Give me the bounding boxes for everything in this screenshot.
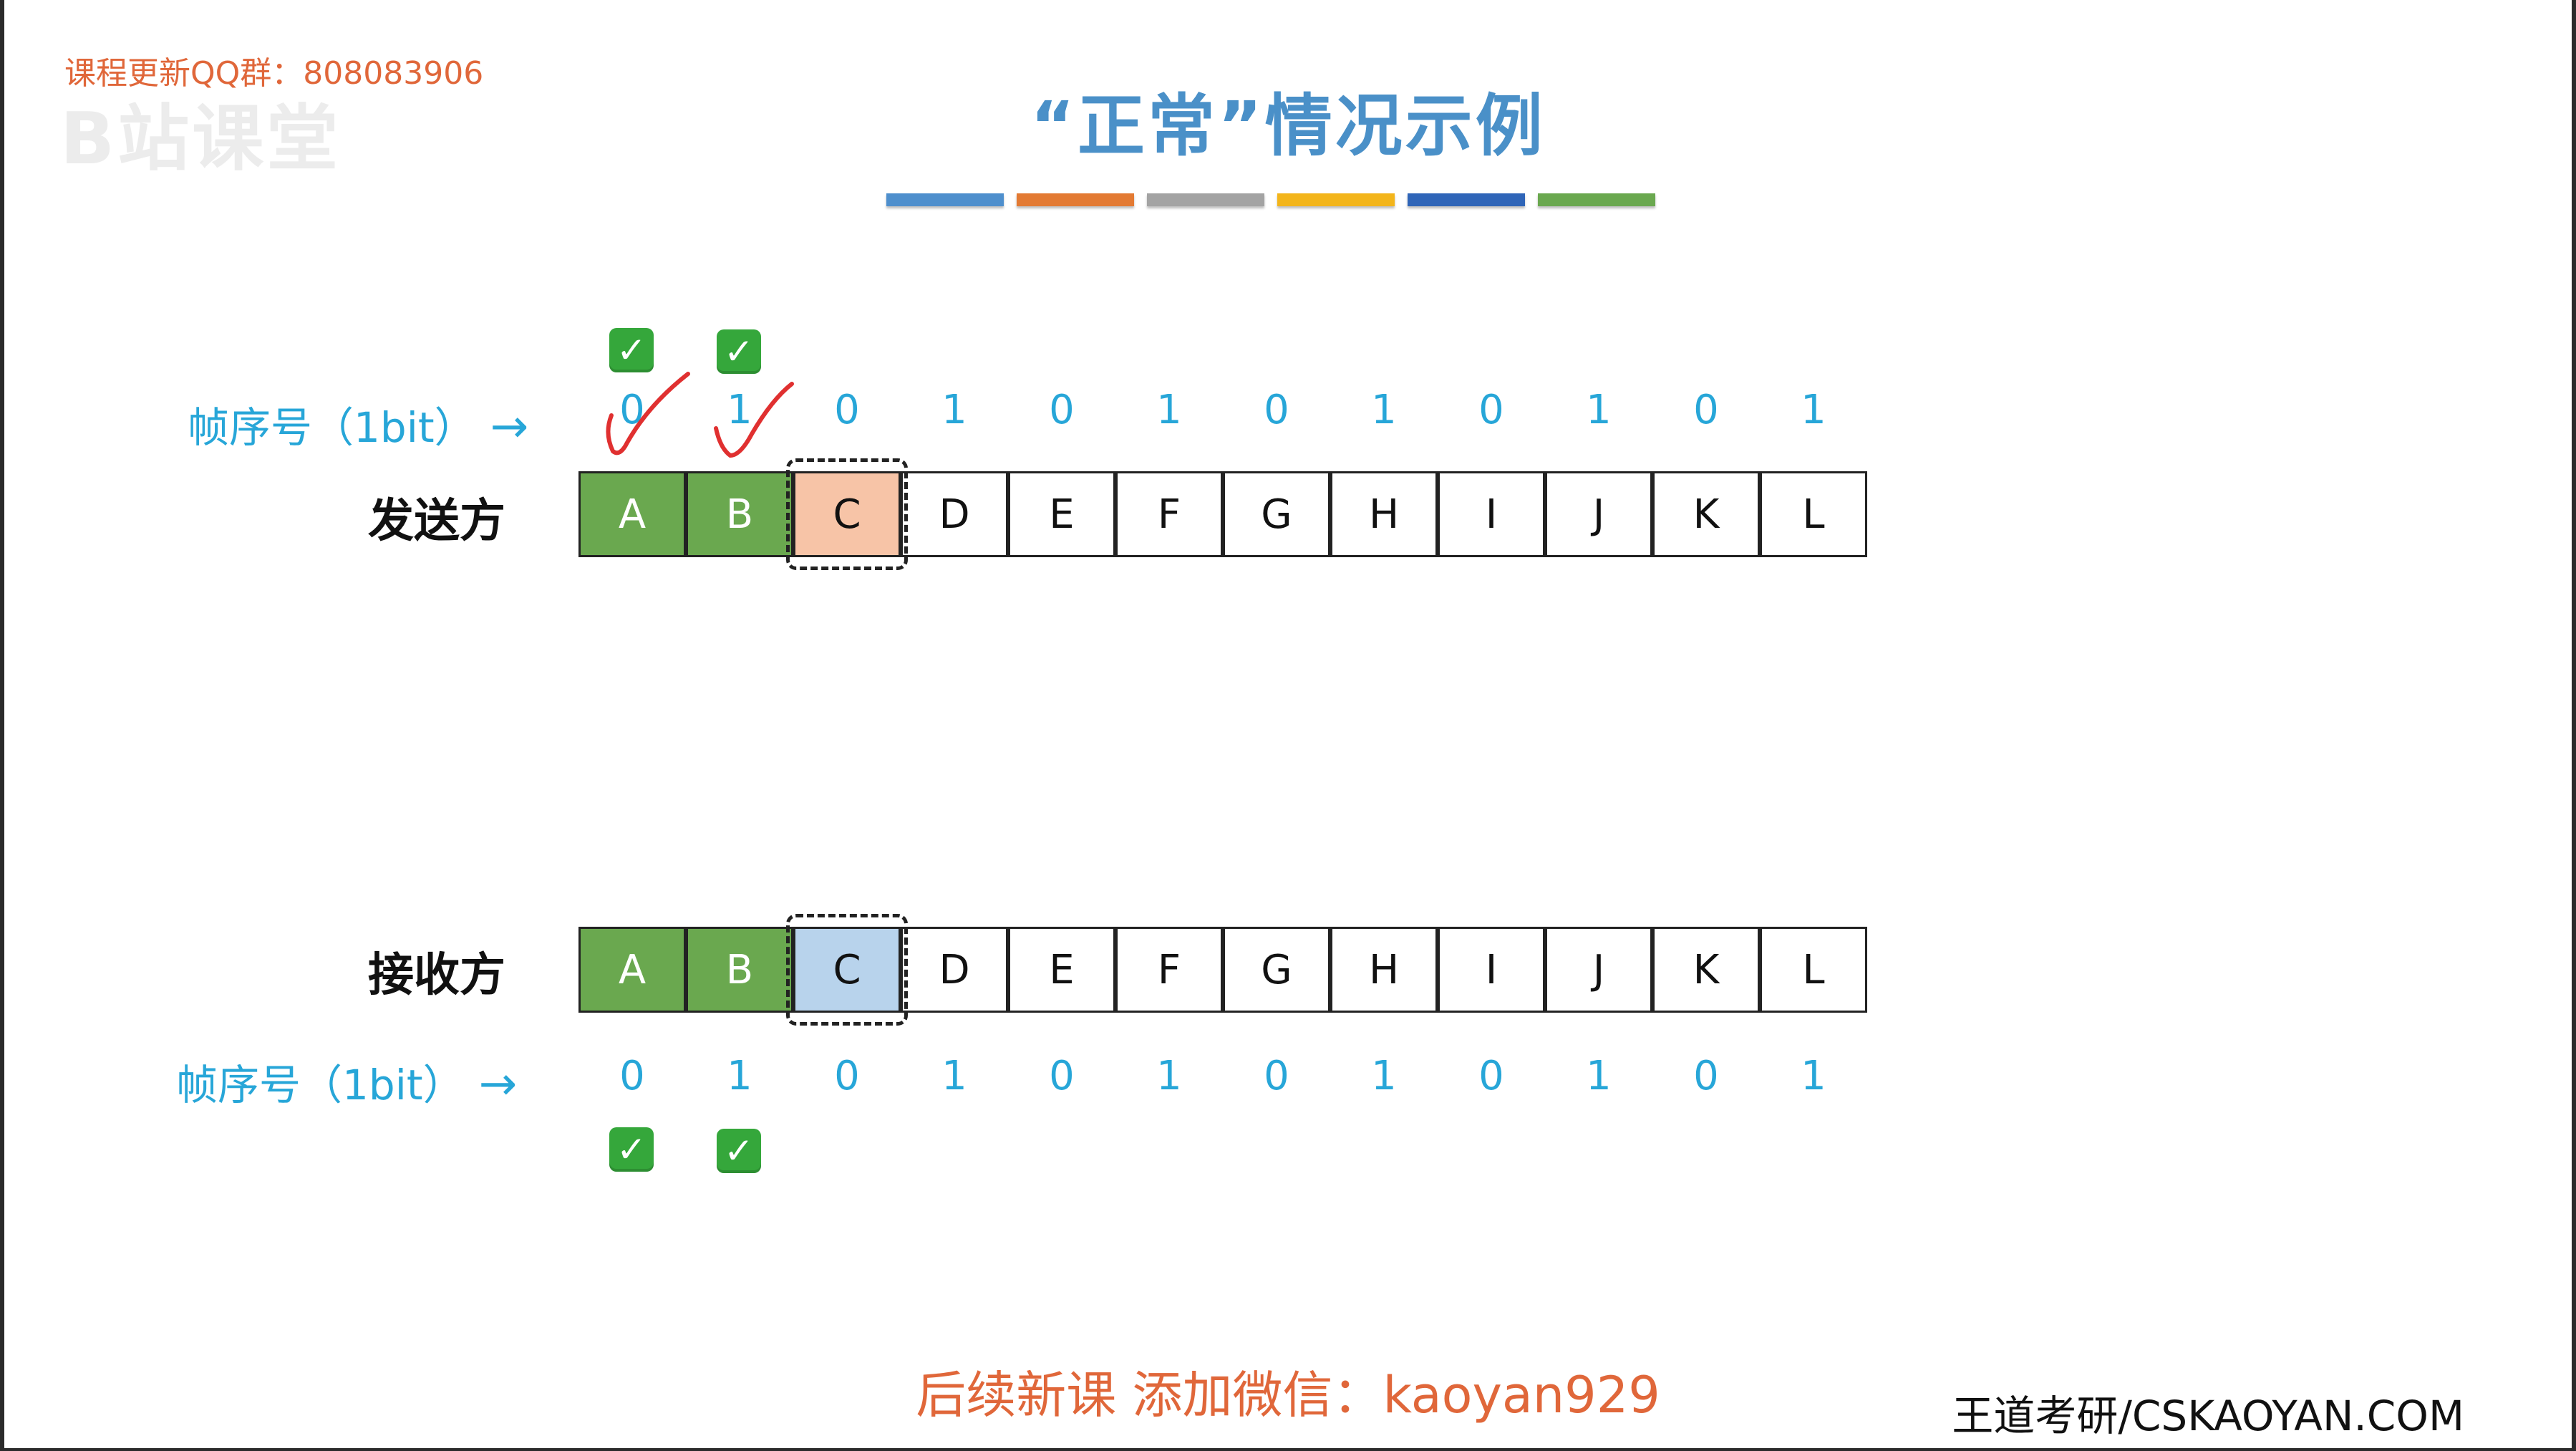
frame-cell: F <box>1115 927 1223 1013</box>
seq-number: 0 <box>834 1053 860 1099</box>
receiver-window <box>786 914 908 1026</box>
frame-cell: K <box>1652 471 1760 557</box>
frame-cell: A <box>578 927 686 1013</box>
seq-number: 0 <box>1693 1053 1719 1099</box>
frame-cell: J <box>1545 471 1652 557</box>
frame-cell: I <box>1438 927 1545 1013</box>
seq-number: 1 <box>1801 387 1826 433</box>
frame-cell: H <box>1330 927 1438 1013</box>
frame-cell: B <box>686 927 793 1013</box>
seq-number: 1 <box>941 1053 967 1099</box>
sender-seq-label: 帧序号（1bit） → <box>188 400 529 453</box>
frame-cell: I <box>1438 471 1545 557</box>
color-bar <box>1277 193 1395 206</box>
check-icon: ✓ <box>717 329 761 374</box>
seq-number: 0 <box>619 1053 645 1099</box>
color-bar <box>1538 193 1655 206</box>
seq-number: 1 <box>1156 1053 1182 1099</box>
seq-number: 1 <box>1371 1053 1397 1099</box>
seq-number: 0 <box>1049 387 1075 433</box>
seq-number: 1 <box>1371 387 1397 433</box>
seq-number: 0 <box>1049 1053 1075 1099</box>
slide: 课程更新QQ群：808083906 B站课堂 “正常”情况示例 ✓ ✓ 帧序号（… <box>4 0 2572 1448</box>
frame-cell: D <box>901 927 1008 1013</box>
frame-cell: B <box>686 471 793 557</box>
seq-number: 0 <box>1264 1053 1289 1099</box>
seq-number: 0 <box>1264 387 1289 433</box>
arrow-right-icon: → <box>490 400 529 453</box>
seq-number: 1 <box>1801 1053 1826 1099</box>
receiver-seq-label: 帧序号（1bit） → <box>176 1058 518 1111</box>
frame-cell: A <box>578 471 686 557</box>
frame-cell: L <box>1760 927 1867 1013</box>
frame-cell: F <box>1115 471 1223 557</box>
seq-number: 1 <box>1156 387 1182 433</box>
seq-number: 0 <box>1478 1053 1504 1099</box>
frame-cell: D <box>901 471 1008 557</box>
seq-number: 0 <box>834 387 860 433</box>
slide-title: “正常”情况示例 <box>1030 87 1546 165</box>
frame-cell: L <box>1760 471 1867 557</box>
handwritten-tick-icon <box>714 382 794 458</box>
check-icon: ✓ <box>717 1129 761 1173</box>
brand-footer: 王道考研/CSKAOYAN.COM <box>1952 1392 2464 1440</box>
color-bar <box>1017 193 1134 206</box>
frame-cell: E <box>1008 927 1115 1013</box>
receiver-label: 接收方 <box>368 949 505 1002</box>
frame-cell: G <box>1223 927 1330 1013</box>
sender-label: 发送方 <box>368 495 505 548</box>
sender-window <box>786 458 908 570</box>
check-icon: ✓ <box>609 1127 654 1172</box>
seq-number: 1 <box>941 387 967 433</box>
handwritten-tick-icon <box>606 372 690 455</box>
color-bar <box>886 193 1004 206</box>
seq-number: 1 <box>1586 1053 1612 1099</box>
seq-number: 1 <box>727 1053 752 1099</box>
color-bar <box>1147 193 1264 206</box>
frame-cell: H <box>1330 471 1438 557</box>
seq-number: 0 <box>1693 387 1719 433</box>
frame-cell: J <box>1545 927 1652 1013</box>
seq-number: 1 <box>1586 387 1612 433</box>
frame-cell: G <box>1223 471 1330 557</box>
frame-cell: E <box>1008 471 1115 557</box>
arrow-right-icon: → <box>478 1058 518 1111</box>
color-bar <box>1408 193 1525 206</box>
seq-number: 0 <box>1478 387 1504 433</box>
frame-cell: K <box>1652 927 1760 1013</box>
